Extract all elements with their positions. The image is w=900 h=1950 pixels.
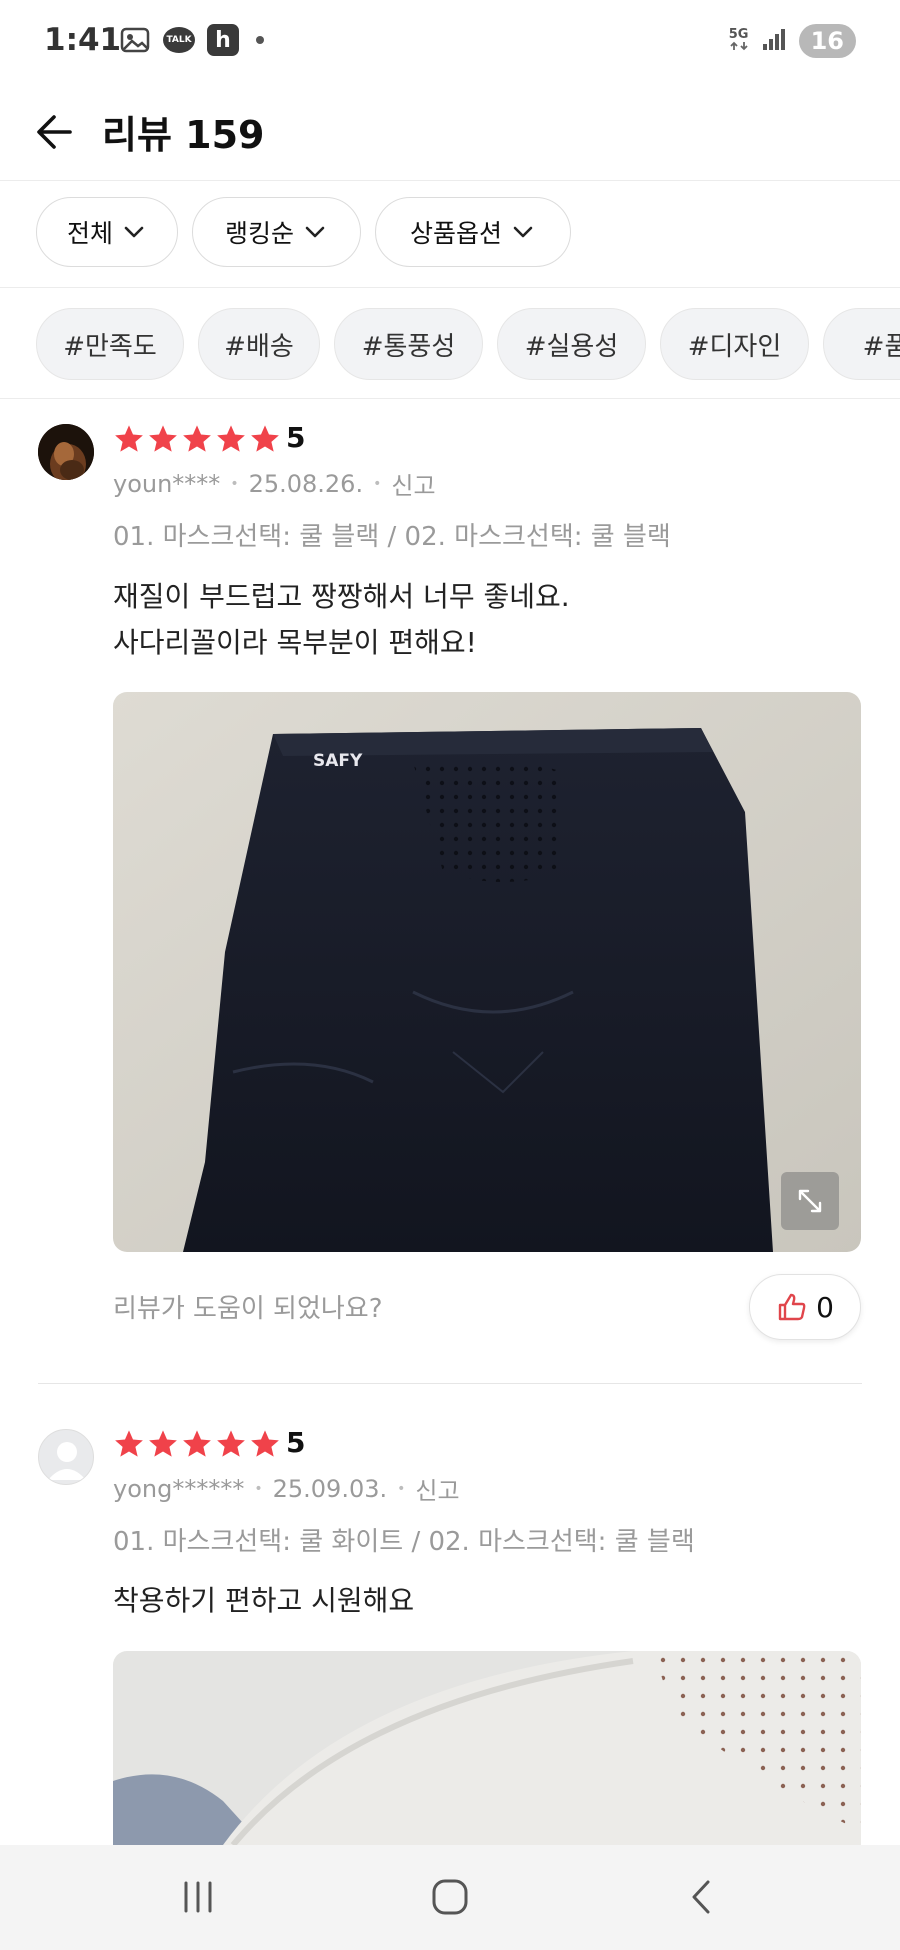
review-meta: youn**** • 25.08.26. • 신고 — [113, 466, 436, 501]
star-icon — [149, 425, 177, 452]
filter-row: 전체 랭킹순 상품옵션 — [0, 181, 900, 288]
meta-separator: • — [254, 1480, 263, 1497]
filter-option-dropdown[interactable]: 상품옵션 — [375, 197, 571, 267]
filter-label: 상품옵션 — [409, 219, 502, 248]
meta-separator: • — [397, 1480, 406, 1497]
home-icon — [432, 1879, 468, 1915]
review-divider — [38, 1383, 862, 1384]
helpful-prompt: 리뷰가 도움이 되었나요? — [113, 1294, 383, 1324]
helpful-like-button[interactable]: 0 — [749, 1274, 861, 1340]
status-notification-icons: TALK h — [118, 24, 264, 56]
star-icon — [251, 1430, 279, 1457]
reviewer-name: youn**** — [113, 469, 221, 498]
report-link[interactable]: 신고 — [391, 466, 435, 501]
review-photo[interactable] — [113, 1651, 861, 1845]
status-right-icons: 5G 16 — [729, 24, 856, 58]
signal-icon — [761, 26, 787, 56]
photo-brand-text: SAFY — [313, 751, 363, 771]
rating-value: 5 — [286, 421, 306, 454]
purchase-options: 01. 마스크선택: 쿨 블랙 / 02. 마스크선택: 쿨 블랙 — [113, 522, 671, 552]
like-count: 0 — [816, 1290, 834, 1324]
review-text: 착용하기 편하고 시원해요 — [113, 1578, 414, 1624]
tag-chip[interactable]: #실용성 — [497, 308, 646, 380]
review-text-line: 착용하기 편하고 시원해요 — [113, 1584, 415, 1617]
more-notifications-dot — [256, 36, 264, 44]
h-app-icon: h — [206, 24, 240, 56]
system-navigation-bar — [0, 1845, 900, 1950]
review-text-line: 사다리꼴이라 목부분이 편해요! — [113, 626, 477, 659]
filter-label: 전체 — [66, 219, 113, 248]
report-link[interactable]: 신고 — [415, 1471, 459, 1506]
rating-value: 5 — [286, 1426, 306, 1459]
recent-apps-button[interactable] — [168, 1871, 228, 1923]
gallery-icon — [118, 24, 152, 56]
page-header: 리뷰 159 — [0, 86, 900, 181]
star-icon — [217, 1430, 245, 1457]
recent-apps-icon — [184, 1881, 212, 1913]
page-title: 리뷰 159 — [102, 113, 265, 157]
thumbs-up-icon — [778, 1293, 806, 1321]
filter-all-dropdown[interactable]: 전체 — [36, 197, 178, 267]
star-icon — [217, 425, 245, 452]
filter-label: 랭킹순 — [224, 219, 294, 248]
tag-chip[interactable]: #품질 — [823, 308, 900, 380]
home-button[interactable] — [420, 1871, 480, 1923]
review-photo[interactable]: SAFY — [113, 692, 861, 1252]
tag-chip[interactable]: #배송 — [198, 308, 320, 380]
mask-photo-image — [113, 1651, 861, 1845]
review-text: 재질이 부드럽고 짱짱해서 너무 좋네요. 사다리꼴이라 목부분이 편해요! — [113, 574, 570, 666]
chevron-down-icon — [305, 226, 325, 238]
chevron-down-icon — [124, 226, 144, 238]
purchase-options: 01. 마스크선택: 쿨 화이트 / 02. 마스크선택: 쿨 블랙 — [113, 1527, 695, 1557]
hashtag-row: #만족도 #배송 #통풍성 #실용성 #디자인 #품질 — [0, 288, 900, 399]
avatar — [38, 424, 94, 480]
mask-photo-image: SAFY — [113, 692, 861, 1252]
star-icon — [183, 425, 211, 452]
battery-indicator: 16 — [798, 24, 856, 58]
expand-photo-button[interactable] — [781, 1172, 839, 1230]
tag-chip[interactable]: #디자인 — [660, 308, 809, 380]
star-icon — [115, 425, 143, 452]
back-chevron-icon — [692, 1880, 710, 1914]
default-avatar-icon — [48, 1442, 86, 1480]
chevron-down-icon — [513, 226, 533, 238]
review-meta: yong****** • 25.09.03. • 신고 — [113, 1471, 460, 1506]
review-text-line: 재질이 부드럽고 짱짱해서 너무 좋네요. — [113, 580, 570, 613]
tag-chip[interactable]: #통풍성 — [334, 308, 483, 380]
star-icon — [251, 425, 279, 452]
star-rating — [113, 1428, 281, 1460]
star-icon — [115, 1430, 143, 1457]
star-icon — [183, 1430, 211, 1457]
review-date: 25.09.03. — [272, 1474, 388, 1503]
meta-separator: • — [230, 475, 239, 492]
system-back-button[interactable] — [672, 1871, 732, 1923]
review-date: 25.08.26. — [248, 469, 364, 498]
star-icon — [149, 1430, 177, 1457]
meta-separator: • — [373, 475, 382, 492]
kakaotalk-icon: TALK — [162, 24, 196, 56]
network-5g-icon: 5G — [729, 28, 749, 54]
avatar — [38, 1429, 94, 1485]
reviewer-name: yong****** — [113, 1474, 245, 1503]
tag-chip[interactable]: #만족도 — [36, 308, 184, 380]
status-time: 1:41 — [44, 22, 122, 58]
filter-sort-dropdown[interactable]: 랭킹순 — [192, 197, 361, 267]
expand-icon — [798, 1189, 822, 1213]
star-rating — [113, 423, 281, 455]
back-arrow-icon[interactable] — [30, 106, 82, 158]
status-bar: 1:41 TALK h 5G 16 — [0, 0, 900, 86]
